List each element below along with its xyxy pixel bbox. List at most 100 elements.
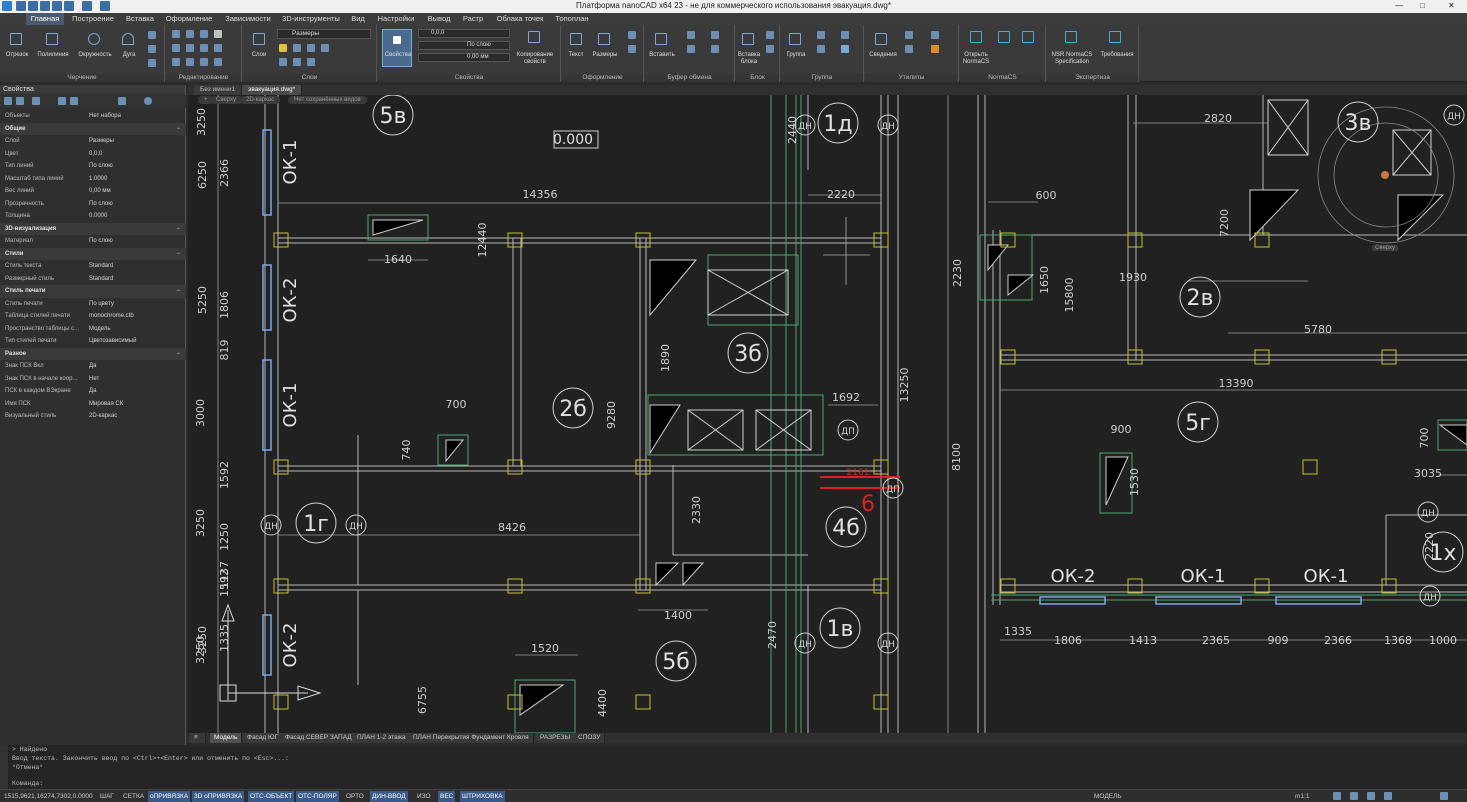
layout-tab-south[interactable]: Фасад ЮГ: [243, 733, 284, 743]
toggle-snap[interactable]: ШАГ: [98, 791, 116, 802]
calc-icon[interactable]: [931, 31, 939, 39]
copy-base-icon[interactable]: [711, 31, 719, 39]
explode-icon[interactable]: [214, 44, 222, 52]
paste-icon[interactable]: [655, 33, 667, 45]
dimension-icon[interactable]: [598, 33, 610, 45]
prop-value[interactable]: 0,00 мм: [89, 185, 183, 198]
prop-value[interactable]: Standard: [89, 260, 183, 273]
tab-home[interactable]: Главная: [26, 13, 64, 25]
match-properties-button[interactable]: Копирование свойств: [514, 52, 556, 66]
match-properties-icon[interactable]: [528, 31, 540, 43]
zoom-icon[interactable]: [1350, 792, 1358, 800]
layout-tab-spozu[interactable]: СПОЗУ: [574, 733, 606, 743]
filter-icon[interactable]: [58, 97, 66, 105]
layers-icon[interactable]: [253, 33, 265, 45]
props-row[interactable]: Тип линий По слою: [0, 160, 186, 173]
fillet-icon[interactable]: [200, 44, 208, 52]
tab-raster[interactable]: Растр: [460, 13, 486, 25]
prop-value[interactable]: monochrome.ctb: [89, 310, 183, 323]
tab-build[interactable]: Построение: [68, 13, 118, 25]
prop-value[interactable]: Мировая СК: [89, 398, 183, 411]
table-icon[interactable]: [628, 45, 636, 53]
toggle-iso[interactable]: ИЗО: [415, 791, 433, 802]
group-icon[interactable]: [789, 33, 801, 45]
text-button[interactable]: Текст: [564, 52, 588, 59]
layer-combo[interactable]: Размеры: [277, 29, 371, 39]
orbit-icon[interactable]: [1367, 792, 1375, 800]
props-row[interactable]: Цвет 0,0,0: [0, 148, 186, 161]
prop-value[interactable]: Standard: [89, 273, 183, 286]
quick-select-icon[interactable]: [905, 45, 913, 53]
tab-point-clouds[interactable]: Облака точек: [494, 13, 546, 25]
annotation-scale[interactable]: m1:1: [1293, 791, 1311, 802]
doc-tab-evacuation[interactable]: эвакуация.dwg*: [242, 85, 303, 95]
edit-block-icon[interactable]: [766, 45, 774, 53]
linetype-combo[interactable]: По слою: [418, 41, 510, 50]
pan-icon[interactable]: [1333, 792, 1341, 800]
layout-tab-plan[interactable]: ПЛАН 1-2 этажа: [353, 733, 411, 743]
group-select-icon[interactable]: [841, 31, 849, 39]
prop-value[interactable]: Да: [89, 385, 183, 398]
props-row[interactable]: Толщина 0.0000: [0, 210, 186, 223]
model-space-label[interactable]: МОДЕЛЬ: [1092, 791, 1124, 802]
hatch-icon[interactable]: [148, 59, 156, 67]
line-icon[interactable]: [10, 33, 22, 45]
open-normacs-button[interactable]: Открыть NormaCS: [960, 52, 992, 66]
layout-tab-north-west[interactable]: Фасад СЕВЕР ЗАПАД: [281, 733, 357, 743]
layer-tools-icon[interactable]: [931, 45, 939, 53]
collapse-icon[interactable]: −: [176, 223, 180, 236]
layout-tab-sections[interactable]: РАЗРЕЗЫ: [536, 733, 576, 743]
offset-icon[interactable]: [214, 58, 222, 66]
leader-icon[interactable]: [628, 31, 636, 39]
props-row[interactable]: Таблица стилей печати monochrome.ctb: [0, 310, 186, 323]
prop-value[interactable]: По слою: [89, 160, 183, 173]
command-side-handle[interactable]: [0, 745, 8, 789]
props-section-header[interactable]: 3D-визуализация −: [0, 222, 186, 236]
copy-icon[interactable]: [687, 45, 695, 53]
props-row[interactable]: Слой Размеры: [0, 135, 186, 148]
line-button[interactable]: Отрезок: [2, 52, 32, 59]
props-row[interactable]: Пространство таблицы с... Модель: [0, 323, 186, 336]
select-similar-icon[interactable]: [905, 31, 913, 39]
tab-insert[interactable]: Вставка: [122, 13, 158, 25]
layer-isolate-icon[interactable]: [321, 44, 329, 52]
prop-value[interactable]: 2D-каркас: [89, 410, 183, 423]
props-row[interactable]: Вес линий 0,00 мм: [0, 185, 186, 198]
toggle-grid[interactable]: СЕТКА: [121, 791, 146, 802]
lineweight-combo[interactable]: 0,00 мм: [418, 53, 510, 62]
toggle-polar[interactable]: ОТС-ПОЛЯР: [296, 791, 339, 802]
layout-menu-icon[interactable]: ≡: [190, 733, 206, 743]
group-button[interactable]: Группа: [783, 52, 809, 59]
layer-walk-icon[interactable]: [307, 58, 315, 66]
layers-button[interactable]: Слои: [245, 52, 273, 59]
props-row[interactable]: Визуальный стиль 2D-каркас: [0, 410, 186, 423]
props-section-header[interactable]: Стили −: [0, 247, 186, 260]
select-objects-icon[interactable]: [4, 97, 12, 105]
layer-freeze-icon[interactable]: [293, 44, 301, 52]
prop-value[interactable]: По слою: [89, 198, 183, 211]
tab-annotate[interactable]: Оформление: [164, 13, 214, 25]
tab-output[interactable]: Вывод: [424, 13, 454, 25]
paste-special-icon[interactable]: [711, 45, 719, 53]
props-row[interactable]: Масштаб типа линий 1.0000: [0, 173, 186, 186]
drawing-canvas[interactable]: 5в 1д 3в 2б 3б 2в 5г 1г 4б 1в 5б 1х ДН ДН ДН ДН ДН ДН ДН ДН…: [188, 95, 1467, 733]
tab-settings[interactable]: Настройки: [376, 13, 416, 25]
toggle-dyn[interactable]: ДИН-ВВОД: [370, 791, 408, 802]
sort-icon[interactable]: [70, 97, 78, 105]
quick-select-icon[interactable]: [32, 97, 40, 105]
close-button[interactable]: ✕: [1448, 1, 1455, 10]
normacs-doc2-icon[interactable]: [1022, 31, 1034, 43]
workspace-icon[interactable]: [1440, 792, 1448, 800]
rectangle-icon[interactable]: [148, 31, 156, 39]
prop-value[interactable]: 1.0000: [89, 173, 183, 186]
arc-icon[interactable]: [122, 33, 134, 45]
command-input[interactable]: [48, 779, 1448, 788]
maximize-button[interactable]: □: [1420, 1, 1425, 10]
insert-block-icon[interactable]: [742, 33, 754, 45]
help-icon[interactable]: [144, 97, 152, 105]
requirements-button[interactable]: Требования: [1097, 52, 1137, 59]
prop-value[interactable]: 0,0,0: [89, 148, 183, 161]
view-top-button[interactable]: Сверху: [210, 96, 243, 104]
layer-on-icon[interactable]: [279, 44, 287, 52]
array-icon[interactable]: [200, 58, 208, 66]
